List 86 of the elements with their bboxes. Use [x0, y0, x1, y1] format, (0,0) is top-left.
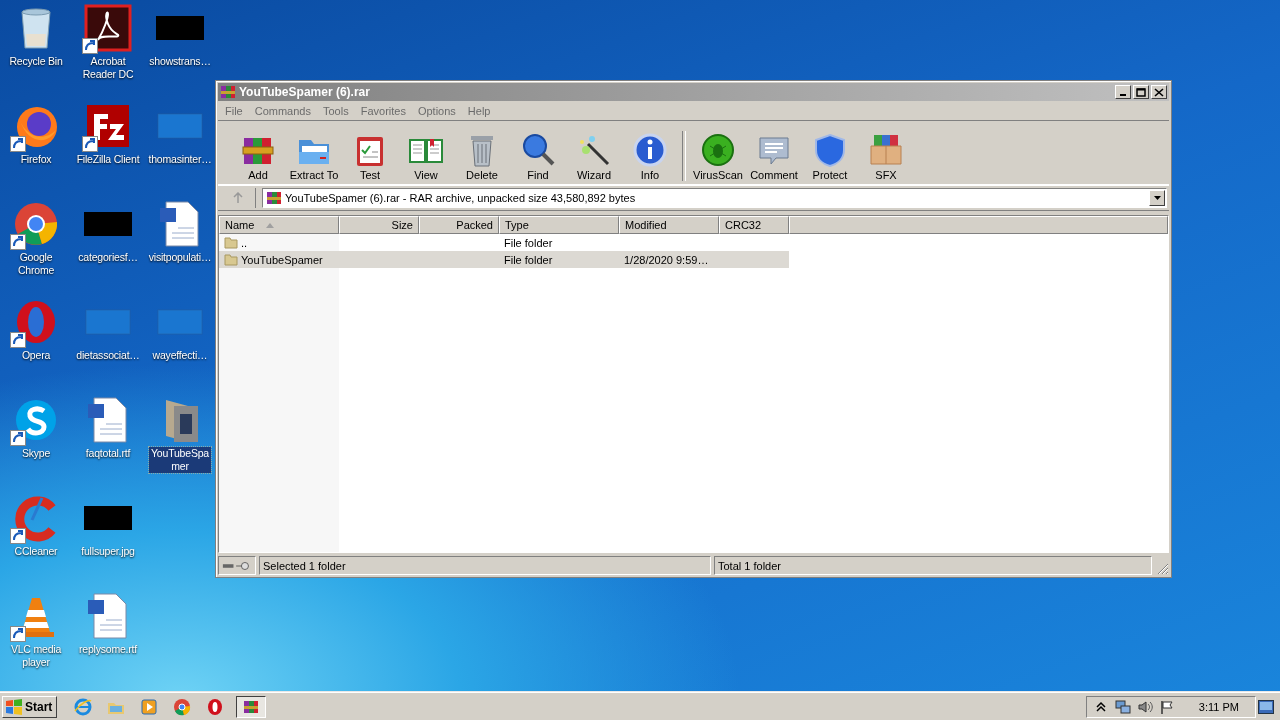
toolbar-button[interactable]: View	[398, 132, 454, 181]
search-icon	[520, 132, 556, 168]
desktop-icon-label[interactable]: Recycle Bin	[8, 55, 64, 68]
folder-icon	[224, 253, 238, 266]
desktop-icon-label[interactable]: Opera	[20, 349, 52, 362]
toolbar-button[interactable]: Wizard	[566, 132, 622, 181]
resize-grip-icon[interactable]	[1155, 561, 1169, 575]
desktop-icon-label[interactable]: Acrobat Reader DC	[72, 55, 144, 81]
desktop-icon-label[interactable]: wayeffecti…	[151, 349, 209, 362]
toolbar-button[interactable]: Info	[622, 132, 678, 181]
list-row[interactable]: YouTubeSpamer File folder 1/28/2020 9:59…	[219, 251, 789, 268]
bug-icon	[700, 132, 736, 168]
status-text: Selected 1 folder	[259, 556, 711, 575]
chrome-icon[interactable]	[12, 200, 60, 248]
toolbar-button[interactable]: Delete	[454, 132, 510, 181]
column-header[interactable]: Modified	[619, 216, 719, 234]
column-header[interactable]: Packed	[419, 216, 499, 234]
file-name: YouTubeSpamer	[241, 253, 323, 266]
up-arrow-icon	[231, 192, 244, 204]
menu-item[interactable]: Favorites	[355, 102, 411, 119]
desktop-icon-label[interactable]: Google Chrome	[0, 251, 72, 277]
media-player-icon	[140, 697, 159, 716]
status-text: Total 1 folder	[714, 556, 1152, 575]
start-button[interactable]: Start	[2, 695, 58, 718]
desktop-icon-label[interactable]: dietassociat…	[75, 349, 141, 362]
desktop-icon-label[interactable]: showstrans…	[148, 55, 212, 68]
toolbar-button[interactable]: SFX	[858, 132, 914, 181]
table-cell-text: 1/28/2020 9:59…	[623, 253, 710, 266]
toolbar-button[interactable]: Protect	[802, 132, 858, 181]
maximize-button[interactable]	[1133, 85, 1149, 99]
window-title: YouTubeSpamer (6).rar	[239, 85, 371, 99]
shield-icon	[812, 132, 848, 168]
browser-e-icon	[74, 697, 93, 716]
opera-icon	[206, 697, 225, 716]
column-header[interactable]: Type	[499, 216, 619, 234]
chrome-icon	[173, 697, 192, 716]
box-icon	[868, 132, 904, 168]
desktop-icon-label[interactable]: Firefox	[19, 153, 53, 166]
desktop-icon-label[interactable]: visitpopulati…	[147, 251, 213, 264]
minimize-icon	[1120, 94, 1126, 96]
close-icon	[1154, 87, 1164, 97]
file-name: ..	[241, 236, 248, 249]
menu-item[interactable]: Options	[412, 102, 461, 119]
toolbar-button[interactable]: VirusScan	[690, 132, 746, 181]
table-cell-text: File folder	[503, 253, 554, 266]
windows-logo-icon	[5, 698, 23, 715]
desktop-icon-label[interactable]: categoriesf…	[77, 251, 139, 264]
info-icon	[632, 132, 668, 168]
minimize-button[interactable]	[1115, 85, 1131, 99]
list-row[interactable]: .. File folder	[219, 234, 789, 251]
column-header[interactable]: Name	[219, 216, 339, 234]
menu-item[interactable]: Commands	[249, 102, 316, 119]
maximize-icon	[1136, 87, 1146, 97]
table-cell-text: File folder	[503, 236, 554, 249]
network-icon[interactable]	[1114, 698, 1131, 715]
dropdown-arrow-icon	[1153, 196, 1161, 200]
close-button[interactable]	[1151, 85, 1167, 99]
menu-item[interactable]: File	[220, 102, 248, 119]
taskbar-button[interactable]	[236, 695, 267, 718]
clock[interactable]: 3:11 PM	[1198, 700, 1239, 713]
toolbar-button[interactable]: Add	[230, 132, 286, 181]
toolbar-button[interactable]: Find	[510, 132, 566, 181]
drive-key-icon	[222, 560, 252, 571]
flag-icon[interactable]	[1158, 698, 1175, 715]
books-icon	[220, 84, 236, 100]
column-header[interactable]: Size	[339, 216, 419, 234]
menu-item[interactable]: Tools	[318, 102, 354, 119]
menu-item[interactable]: Help	[462, 102, 496, 119]
toolbar-button[interactable]: Extract To	[286, 132, 342, 181]
filezilla-icon[interactable]	[84, 102, 132, 150]
toolbar-button[interactable]: Comment	[746, 132, 802, 181]
sort-arrow-icon	[266, 222, 275, 228]
dropdown-button[interactable]	[1149, 190, 1165, 206]
desktop-icon-label[interactable]: thomasinter…	[147, 153, 213, 166]
desktop-icon-label[interactable]: faqtotal.rtf	[84, 447, 132, 460]
folder-icon	[224, 236, 238, 249]
speaker-icon[interactable]	[1136, 698, 1153, 715]
books-icon	[266, 190, 282, 206]
desktop-icon-label[interactable]: FileZilla Client	[75, 153, 141, 166]
desktop-icon-label[interactable]: YouTubeSpamer	[149, 447, 211, 473]
desktop-icon-label[interactable]: Skype	[20, 447, 52, 460]
column-header[interactable]: CRC32	[719, 216, 789, 234]
address-field[interactable]: YouTubeSpamer (6).rar - RAR archive, unpacked size 43,580,892 bytes	[262, 188, 1167, 208]
show-desktop-icon[interactable]	[1258, 699, 1274, 714]
toolbar-button[interactable]: Test	[342, 132, 398, 181]
document-swirl-icon[interactable]	[84, 4, 132, 52]
